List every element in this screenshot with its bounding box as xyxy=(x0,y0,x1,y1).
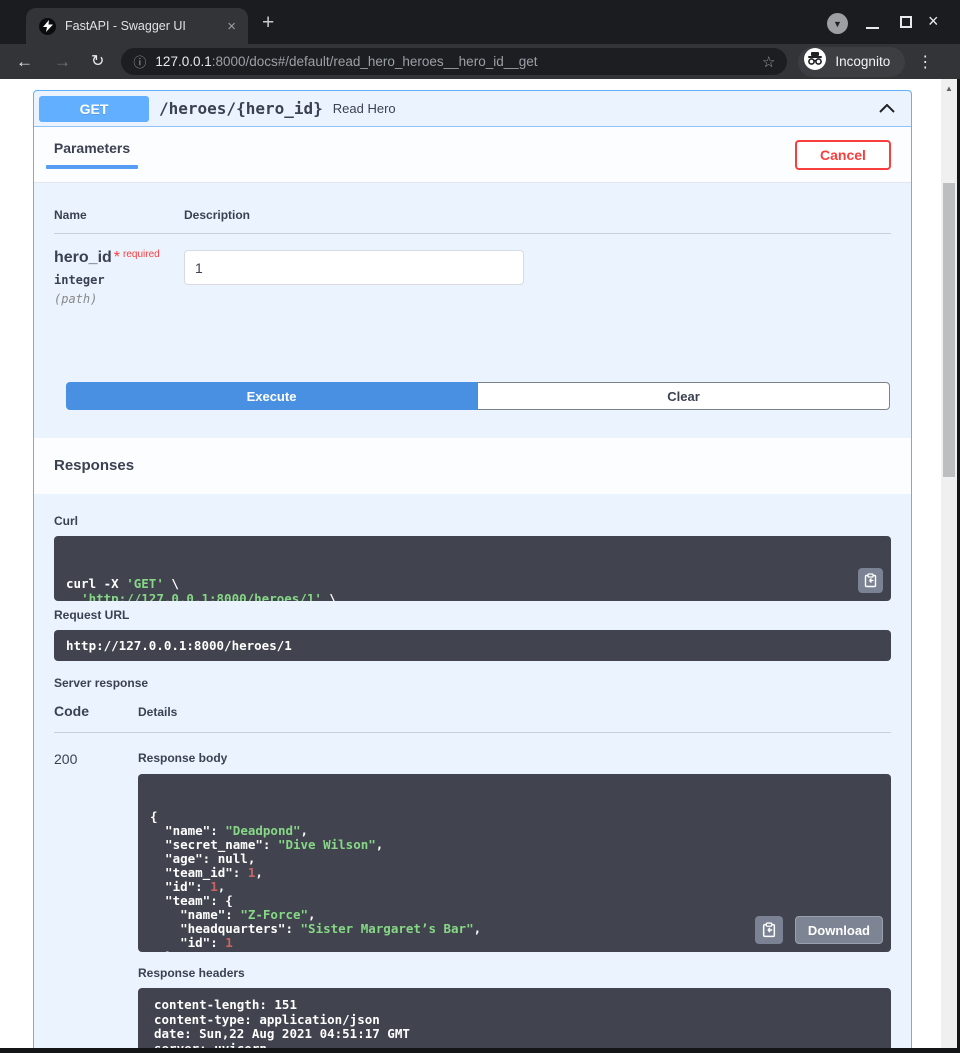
new-tab-button[interactable]: + xyxy=(262,12,274,33)
response-body-label: Response body xyxy=(138,751,891,765)
tab-parameters[interactable]: Parameters xyxy=(46,140,138,169)
scrollbar-up-arrow-icon[interactable]: ▲ xyxy=(941,79,957,93)
parameter-location: (path) xyxy=(54,292,184,306)
code-column-header: Code xyxy=(54,703,138,719)
response-headers-label: Response headers xyxy=(138,966,891,980)
parameter-row-hero-id: hero_id*required integer (path) xyxy=(54,234,891,306)
url-text: 127.0.0.1:8000/docs#/default/read_hero_h… xyxy=(155,54,753,69)
responses-section-header: Responses xyxy=(34,438,911,494)
scrollbar-thumb[interactable] xyxy=(943,183,955,477)
execute-button[interactable]: Execute xyxy=(66,382,477,410)
clear-button[interactable]: Clear xyxy=(477,382,890,410)
browser-update-icon[interactable]: ▼ xyxy=(827,13,848,34)
column-name-header: Name xyxy=(54,208,184,222)
http-method-badge: GET xyxy=(39,96,149,122)
address-bar[interactable]: ⓘ 127.0.0.1:8000/docs#/default/read_hero… xyxy=(121,48,787,75)
url-host: 127.0.0.1 xyxy=(155,54,211,69)
parameter-type: integer xyxy=(54,273,184,287)
opblock-summary[interactable]: GET /heroes/{hero_id} Read Hero xyxy=(34,91,911,127)
parameter-name-cell: hero_id*required integer (path) xyxy=(54,249,184,306)
incognito-badge: Incognito xyxy=(798,47,905,77)
responses-section-body: Curl curl -X 'GET' \ 'http://127.0.0.1:8… xyxy=(34,494,911,1048)
parameter-name: hero_id xyxy=(54,249,112,266)
response-headers-block: content-length: 151content-type: applica… xyxy=(138,988,891,1048)
status-code: 200 xyxy=(54,751,138,1048)
response-body-block: { "name": "Deadpond", "secret_name": "Di… xyxy=(138,774,891,952)
request-url-block: http://127.0.0.1:8000/heroes/1 xyxy=(54,630,891,661)
download-button[interactable]: Download xyxy=(795,916,883,944)
endpoint-path: /heroes/{hero_id} xyxy=(159,99,323,118)
details-column-header: Details xyxy=(138,705,891,719)
incognito-icon xyxy=(803,47,827,76)
column-description-header: Description xyxy=(184,208,891,222)
window-close-button[interactable]: × xyxy=(928,11,939,32)
collapse-chevron-icon[interactable] xyxy=(879,100,895,118)
response-details-cell: Response body { "name": "Deadpond", "sec… xyxy=(138,751,891,1048)
parameters-table-header: Name Description xyxy=(54,208,891,234)
incognito-label: Incognito xyxy=(835,54,890,69)
curl-label: Curl xyxy=(54,514,891,528)
tab-close-icon[interactable]: × xyxy=(225,19,238,34)
copy-curl-button[interactable] xyxy=(858,568,883,593)
window-minimize-button[interactable] xyxy=(866,27,879,29)
server-response-row: 200 Response body { "name": "Deadpond", … xyxy=(54,733,891,1048)
window-maximize-button[interactable] xyxy=(900,16,912,28)
copy-response-button[interactable] xyxy=(755,916,783,944)
url-path: :8000/docs#/default/read_hero_heroes__he… xyxy=(212,54,538,69)
fastapi-favicon-icon xyxy=(39,18,56,35)
tab-title: FastAPI - Swagger UI xyxy=(65,19,216,33)
forward-button[interactable]: → xyxy=(54,53,71,70)
endpoint-summary: Read Hero xyxy=(333,101,396,116)
page-scrollbar[interactable]: ▲ xyxy=(941,79,957,1048)
browser-menu-icon[interactable]: ⋮ xyxy=(917,52,933,72)
opblock-get-heroes: GET /heroes/{hero_id} Read Hero Paramete… xyxy=(33,90,912,1048)
required-label: required xyxy=(123,249,160,260)
parameter-description-cell xyxy=(184,249,891,306)
browser-tab[interactable]: FastAPI - Swagger UI × xyxy=(26,8,248,44)
curl-command-block: curl -X 'GET' \ 'http://127.0.0.1:8000/h… xyxy=(54,536,891,601)
swagger-page: GET /heroes/{hero_id} Read Hero Paramete… xyxy=(0,79,957,1048)
bookmark-star-icon[interactable]: ☆ xyxy=(762,53,775,71)
tab-parameters-label: Parameters xyxy=(46,140,138,156)
browser-tab-strip: FastAPI - Swagger UI × + ▼ × xyxy=(0,0,960,44)
cancel-button[interactable]: Cancel xyxy=(795,140,891,170)
parameters-table: Name Description hero_id*required intege… xyxy=(34,183,911,306)
parameters-tab-bar: Parameters Cancel xyxy=(34,127,911,183)
required-asterisk: * xyxy=(114,249,120,266)
hero-id-input[interactable] xyxy=(184,250,524,285)
back-button[interactable]: ← xyxy=(16,53,33,70)
active-tab-underline xyxy=(46,165,138,169)
browser-toolbar: ← → ↻ ⓘ 127.0.0.1:8000/docs#/default/rea… xyxy=(0,44,960,79)
site-info-icon[interactable]: ⓘ xyxy=(133,52,146,71)
response-body-actions: Download xyxy=(755,916,883,944)
request-url-label: Request URL xyxy=(54,608,891,622)
reload-button[interactable]: ↻ xyxy=(91,53,104,70)
execute-wrapper: Execute Clear xyxy=(66,382,890,410)
responses-title: Responses xyxy=(54,457,134,474)
server-response-table-header: Code Details xyxy=(54,703,891,733)
server-response-label: Server response xyxy=(54,676,891,690)
